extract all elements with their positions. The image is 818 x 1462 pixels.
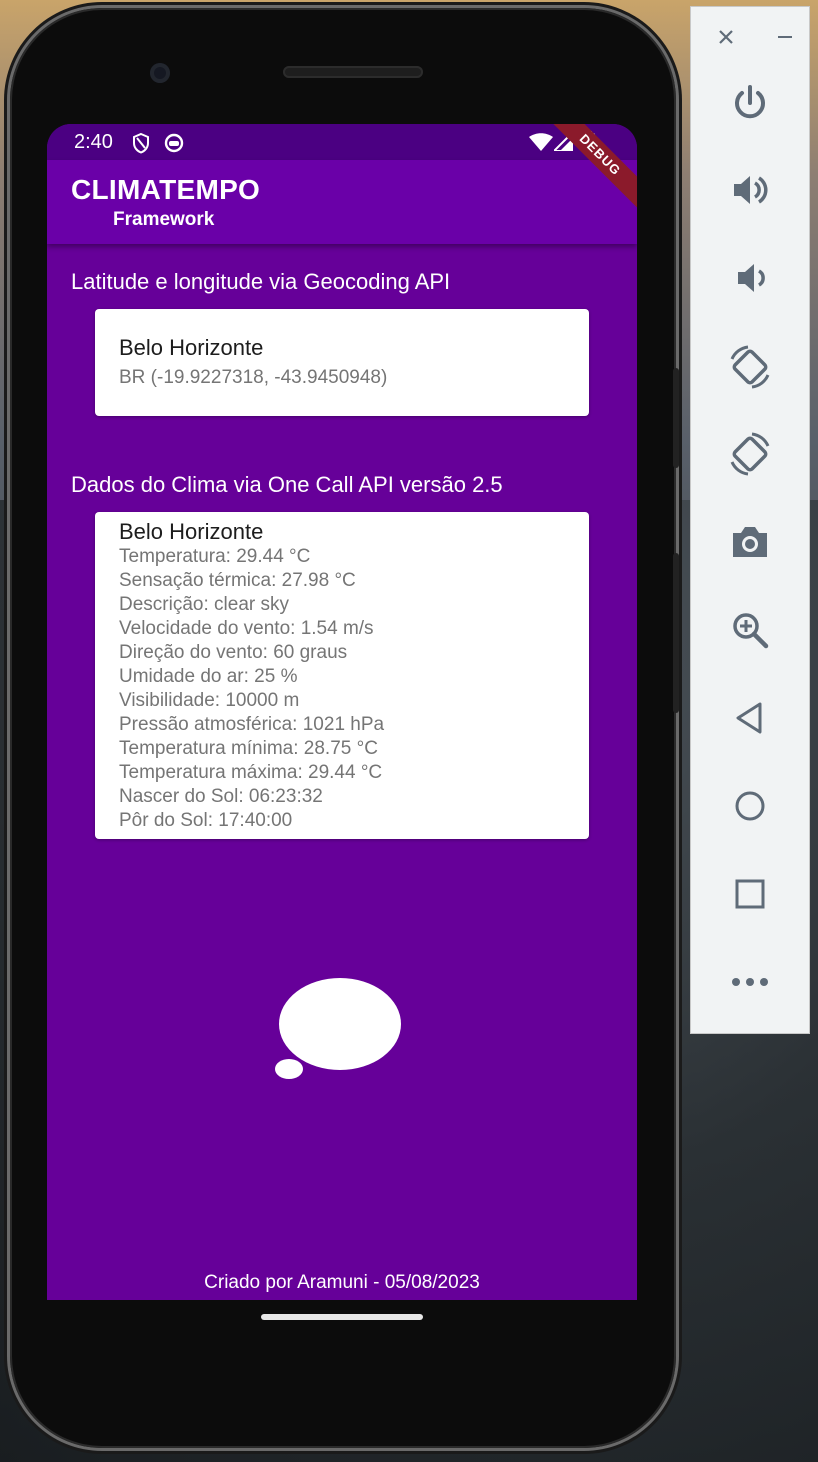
back-icon[interactable]	[691, 688, 809, 748]
weather-wind-direction: Direção do vento: 60 graus	[119, 642, 348, 663]
camera-icon[interactable]	[691, 512, 809, 572]
volume-up-icon[interactable]	[691, 160, 809, 220]
gesture-nav-handle[interactable]	[261, 1314, 423, 1320]
weather-temp-min: Temperatura mínima: 28.75 °C	[119, 738, 378, 759]
weather-temp-max: Temperatura máxima: 29.44 °C	[119, 762, 383, 783]
phone-volume-rocker	[673, 553, 679, 713]
app-subtitle: Framework	[113, 209, 215, 230]
weather-temperature: Temperatura: 29.44 °C	[119, 546, 311, 567]
weather-feels-like: Sensação térmica: 27.98 °C	[119, 570, 356, 591]
overview-icon[interactable]	[691, 864, 809, 924]
weather-heading: Dados do Clima via One Call API versão 2…	[71, 472, 503, 497]
app-bar: CLIMATEMPO Framework	[47, 160, 637, 244]
volume-down-icon[interactable]	[691, 248, 809, 308]
front-camera	[150, 63, 170, 83]
geocoding-coords: BR (-19.9227318, -43.9450948)	[119, 367, 388, 388]
android-debug-icon	[164, 133, 184, 153]
geocoding-heading: Latitude e longitude via Geocoding API	[71, 269, 451, 294]
thought-bubble-icon	[275, 978, 401, 1079]
app-title: CLIMATEMPO	[71, 174, 261, 205]
shield-icon	[133, 132, 149, 154]
wifi-icon	[529, 133, 553, 151]
geocoding-city: Belo Horizonte	[119, 335, 264, 360]
weather-card[interactable]: Belo Horizonte Temperatura: 29.44 °C Sen…	[95, 512, 589, 839]
weather-description: Descrição: clear sky	[119, 594, 289, 615]
app-screen: 2:40 CLIMATEMPO Framework DEBUG Latitude…	[47, 124, 637, 1300]
weather-visibility: Visibilidade: 10000 m	[119, 690, 300, 711]
footer-credit: Criado por Aramuni - 05/08/2023	[204, 1272, 480, 1293]
geocoding-card[interactable]: Belo Horizonte BR (-19.9227318, -43.9450…	[95, 309, 589, 416]
weather-humidity: Umidade do ar: 25 %	[119, 666, 298, 687]
earpiece-speaker	[283, 66, 423, 78]
rotate-left-icon[interactable]	[691, 337, 809, 397]
status-bar: 2:40	[47, 124, 637, 160]
zoom-icon[interactable]	[691, 600, 809, 660]
phone-side-button	[673, 368, 679, 468]
emulator-tool-panel	[690, 6, 810, 1034]
rotate-right-icon[interactable]	[691, 424, 809, 484]
weather-city: Belo Horizonte	[119, 519, 264, 544]
status-time: 2:40	[74, 131, 113, 153]
home-icon[interactable]	[691, 776, 809, 836]
weather-wind-speed: Velocidade do vento: 1.54 m/s	[119, 618, 374, 639]
weather-sunrise: Nascer do Sol: 06:23:32	[119, 786, 323, 807]
weather-sunset: Pôr do Sol: 17:40:00	[119, 810, 293, 831]
power-icon[interactable]	[691, 73, 809, 133]
weather-pressure: Pressão atmosférica: 1021 hPa	[119, 714, 385, 735]
close-icon[interactable]	[691, 7, 761, 67]
minimize-icon[interactable]	[761, 7, 809, 67]
more-icon[interactable]	[691, 952, 809, 1012]
